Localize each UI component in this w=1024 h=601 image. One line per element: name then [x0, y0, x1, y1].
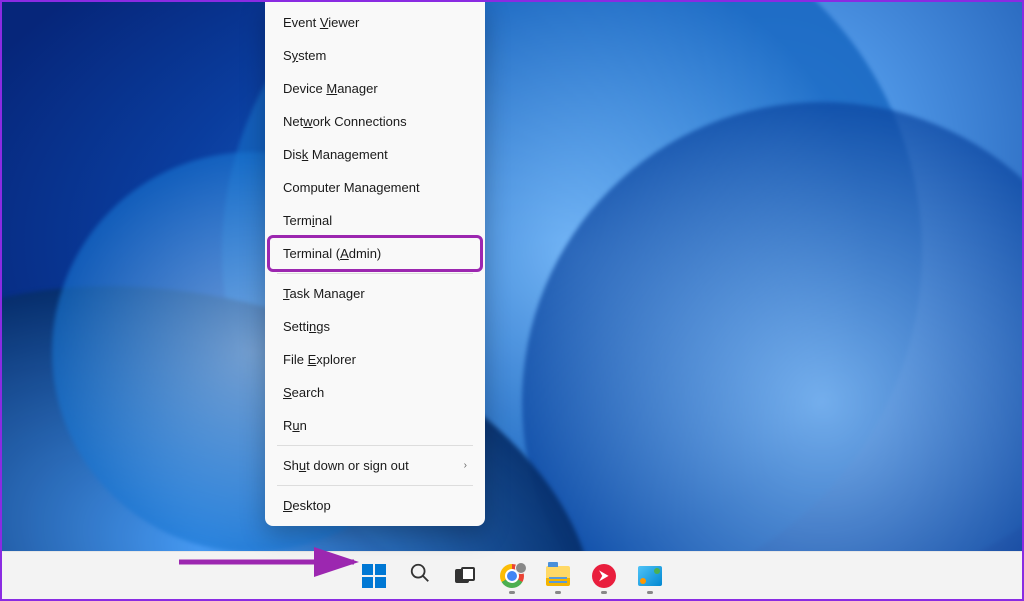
app-button[interactable]: ⮞	[584, 556, 624, 596]
menu-item-label: File Explorer	[283, 352, 356, 367]
menu-item-label: Task Manager	[283, 286, 365, 301]
menu-item-disk-management[interactable]: Disk Management	[269, 138, 481, 171]
menu-item-terminal[interactable]: Terminal	[269, 204, 481, 237]
menu-item-terminal-admin[interactable]: Terminal (Admin)	[269, 237, 481, 270]
annotation-arrow	[174, 547, 374, 582]
folder-icon	[546, 566, 570, 586]
menu-item-label: Terminal (Admin)	[283, 246, 381, 261]
file-explorer-button[interactable]	[538, 556, 578, 596]
menu-item-event-viewer[interactable]: Event Viewer	[269, 6, 481, 39]
menu-item-label: Terminal	[283, 213, 332, 228]
running-indicator	[647, 591, 653, 594]
menu-item-label: Shut down or sign out	[283, 458, 409, 473]
task-view-button[interactable]	[446, 556, 486, 596]
desktop-wallpaper: Event Viewer System Device Manager Network …	[2, 2, 1022, 599]
menu-item-search[interactable]: Search	[269, 376, 481, 409]
menu-separator	[277, 445, 473, 446]
menu-item-label: Search	[283, 385, 324, 400]
menu-item-system[interactable]: System	[269, 39, 481, 72]
search-icon	[409, 562, 431, 589]
menu-item-run[interactable]: Run	[269, 409, 481, 442]
running-indicator	[555, 591, 561, 594]
menu-item-label: Run	[283, 418, 307, 433]
profile-badge-icon	[515, 562, 527, 574]
menu-item-settings[interactable]: Settings	[269, 310, 481, 343]
search-button[interactable]	[400, 556, 440, 596]
menu-item-label: Computer Management	[283, 180, 420, 195]
menu-item-label: System	[283, 48, 326, 63]
app-icon: ⮞	[592, 564, 616, 588]
winx-context-menu: Event Viewer System Device Manager Network …	[265, 2, 485, 526]
menu-item-label: Desktop	[283, 498, 331, 513]
chrome-button[interactable]	[492, 556, 532, 596]
menu-item-network-connections[interactable]: Network Connections	[269, 105, 481, 138]
menu-item-label: Network Connections	[283, 114, 407, 129]
menu-item-label: Event Viewer	[283, 15, 359, 30]
menu-item-shutdown[interactable]: Shut down or sign out ›	[269, 449, 481, 482]
menu-item-task-manager[interactable]: Task Manager	[269, 277, 481, 310]
menu-item-computer-management[interactable]: Computer Management	[269, 171, 481, 204]
control-panel-icon	[638, 566, 662, 586]
menu-separator	[277, 485, 473, 486]
control-panel-button[interactable]	[630, 556, 670, 596]
menu-separator	[277, 273, 473, 274]
menu-item-label: Device Manager	[283, 81, 378, 96]
menu-item-label: Disk Management	[283, 147, 388, 162]
taskbar: ⮞	[2, 551, 1022, 599]
task-view-icon	[455, 567, 477, 585]
chevron-right-icon: ›	[464, 460, 467, 471]
menu-item-desktop[interactable]: Desktop	[269, 489, 481, 522]
chrome-icon	[500, 564, 524, 588]
menu-item-device-manager[interactable]: Device Manager	[269, 72, 481, 105]
menu-item-file-explorer[interactable]: File Explorer	[269, 343, 481, 376]
running-indicator	[601, 591, 607, 594]
running-indicator	[509, 591, 515, 594]
menu-item-label: Settings	[283, 319, 330, 334]
